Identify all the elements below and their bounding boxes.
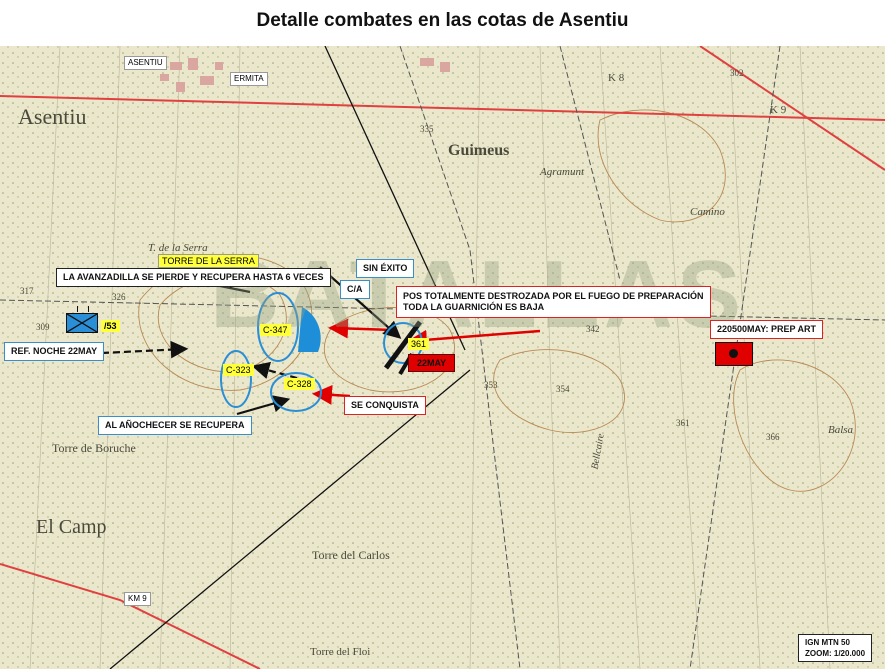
callout-anochecer: AL AÑOCHECER SE RECUPERA [98, 416, 252, 435]
elev-366: 366 [766, 432, 780, 442]
map-info-box: IGN MTN 50 ZOOM: 1/20.000 [798, 634, 873, 662]
callout-sin-exito: SIN ÉXITO [356, 259, 415, 278]
tag-asentiu: ASENTIU [124, 56, 167, 70]
echelon-icon [77, 306, 89, 312]
friendly-unit-symbol [66, 306, 98, 333]
elev-354: 354 [556, 384, 570, 394]
callout-pos-destrozada-line2: TODA LA GUARNICIÓN ES BAJA [403, 302, 545, 312]
height-c328: C-328 [284, 378, 315, 390]
height-361: 361 [408, 338, 430, 350]
callout-prep-art: 220500MAY: PREP ART [710, 320, 824, 339]
enemy-artillery-symbol [715, 342, 753, 366]
place-torre-boruche: Torre de Boruche [52, 441, 136, 455]
place-agramunt: Agramunt [540, 166, 584, 178]
place-balsa: Balsa [828, 424, 854, 436]
elev-317: 317 [20, 286, 34, 296]
callout-se-conquista: SE CONQUISTA [344, 396, 426, 415]
place-camino: Camino [690, 206, 725, 218]
map-canvas: BATALLAS Asentiu Guimeus T. de la Serra … [0, 46, 885, 669]
infantry-cross-icon [67, 314, 97, 332]
elev-361: 361 [676, 418, 690, 428]
elev-342: 342 [586, 324, 600, 334]
artillery-dot-icon [729, 349, 738, 358]
place-torre-serra: T. de la Serra [148, 242, 208, 254]
place-guimeus: Guimeus [448, 142, 510, 159]
height-c347: C-347 [260, 324, 291, 336]
callout-ca: C/A [340, 280, 370, 299]
callout-pos-destrozada-line1: POS TOTALMENTE DESTROZADA POR EL FUEGO D… [403, 291, 704, 301]
tag-km9: KM 9 [124, 592, 151, 606]
elev-326: 326 [112, 292, 126, 302]
callout-pos-destrozada: POS TOTALMENTE DESTROZADA POR EL FUEGO D… [396, 286, 711, 318]
tag-ermita: ERMITA [230, 72, 268, 86]
place-torre-floi: Torre del Floi [310, 646, 371, 658]
elev-353: 353 [484, 380, 498, 390]
elev-335: 335 [420, 124, 434, 134]
unit-label: /53 [101, 320, 120, 332]
height-c323: C-323 [223, 364, 254, 376]
tag-torre-de-la-serra: TORRE DE LA SERRA [158, 254, 259, 268]
place-torre-carlos: Torre del Carlos [312, 548, 390, 562]
date-22may: 22MAY [408, 354, 456, 372]
map-zoom: ZOOM: 1/20.000 [805, 649, 866, 658]
elev-302: 302 [730, 68, 744, 78]
map-title: Detalle combates en las cotas de Asentiu [256, 10, 629, 31]
callout-avanzadilla: LA AVANZADILLA SE PIERDE Y RECUPERA HAST… [56, 268, 331, 287]
map-source: IGN MTN 50 [805, 638, 850, 647]
elev-309: 309 [36, 322, 50, 332]
place-k8: K 8 [608, 72, 625, 84]
place-k9: K 9 [770, 104, 787, 116]
place-asentiu: Asentiu [18, 104, 87, 129]
place-el-camp: El Camp [36, 516, 107, 538]
callout-ref-noche: REF. NOCHE 22MAY [4, 342, 105, 361]
